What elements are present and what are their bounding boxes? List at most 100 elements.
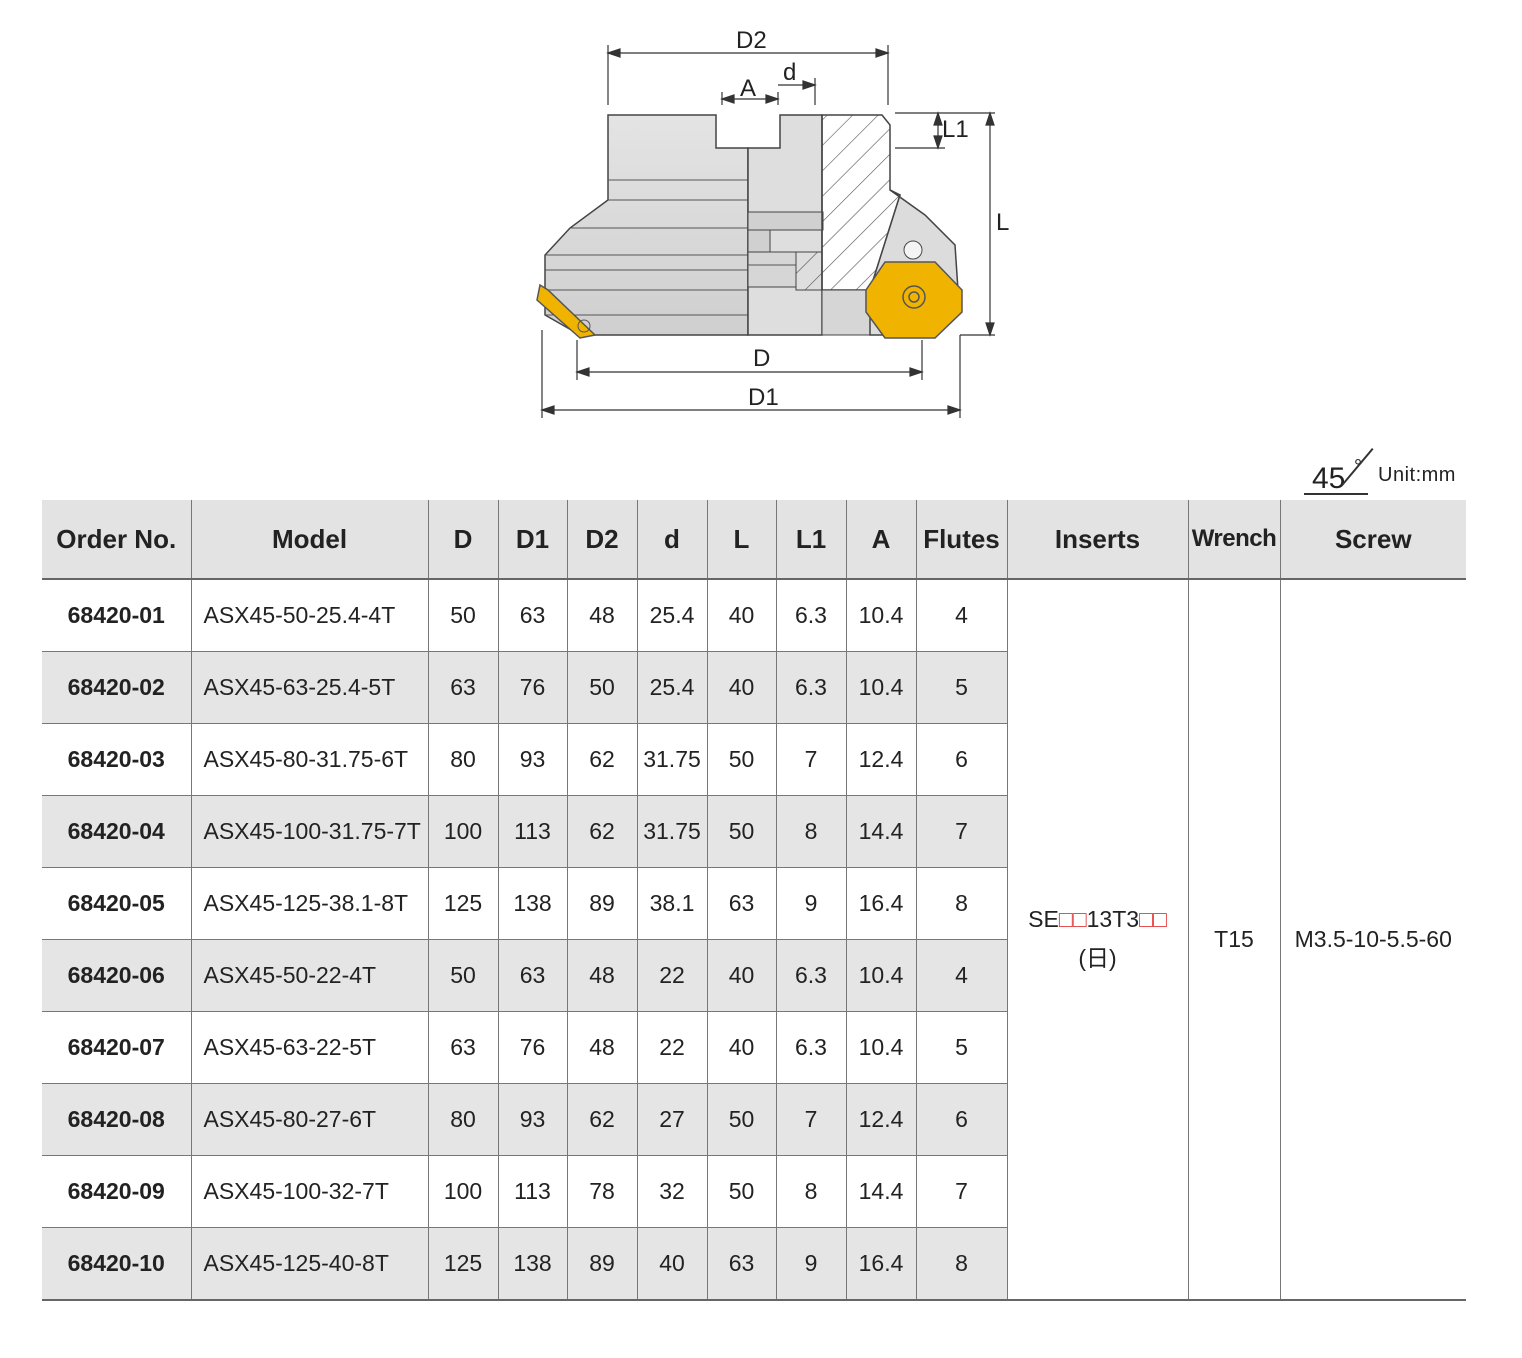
l-cell: 50 [706,1155,776,1228]
order-no-cell: 68420-07 [42,1011,191,1084]
d2-cell: 62 [566,1083,637,1156]
d-cell: 80 [427,1083,498,1156]
d1-cell: 76 [497,1011,567,1084]
model-cell: ASX45-100-32-7T [190,1155,428,1228]
d2-cell: 48 [566,1011,637,1084]
d2-cell: 50 [566,651,637,724]
model-cell: ASX45-100-31.75-7T [190,795,428,868]
dim-label-l: L [996,209,1009,236]
l1-cell: 8 [775,795,846,868]
d1-cell: 113 [497,795,567,868]
flutes-cell: 4 [915,939,1007,1012]
inserts-boxes-2: □□ [1139,906,1167,932]
a-cell: 16.4 [845,1227,916,1301]
d1-cell: 63 [497,939,567,1012]
flutes-cell: 8 [915,1227,1007,1301]
header-wrench: Wrench [1187,500,1280,580]
angle-value: 45 [1312,462,1346,495]
order-no-cell: 68420-02 [42,651,191,724]
d1-cell: 63 [497,579,567,652]
d1-cell: 76 [497,651,567,724]
d-cell: 80 [427,723,498,796]
model-cell: ASX45-63-25.4-5T [190,651,428,724]
d-cell: 63 [427,1011,498,1084]
spec-table: Order No. Model D D1 D2 d L L1 A Flutes … [42,500,1466,1301]
header-l1: L1 [775,500,846,580]
angle-slash [1341,448,1374,487]
dim-label-d: D [753,345,770,372]
l1-cell: 9 [775,867,846,940]
l-cell: 40 [706,651,776,724]
l1-cell: 6.3 [775,939,846,1012]
flutes-cell: 5 [915,651,1007,724]
d-cell: 63 [427,651,498,724]
d-small-cell: 22 [636,939,707,1012]
dim-label-d1: D1 [748,384,779,411]
dim-label-d-small: d [783,59,796,86]
a-cell: 14.4 [845,795,916,868]
header-a: A [845,500,916,580]
a-cell: 12.4 [845,723,916,796]
header-d-small: d [636,500,707,580]
a-cell: 12.4 [845,1083,916,1156]
l1-cell: 6.3 [775,651,846,724]
flutes-cell: 6 [915,723,1007,796]
dim-label-a: A [740,75,756,102]
d1-cell: 93 [497,1083,567,1156]
d1-cell: 138 [497,1227,567,1301]
inserts-prefix: SE [1028,906,1059,932]
screw-cell: M3.5-10-5.5-60 [1279,579,1466,1301]
d-small-cell: 40 [636,1227,707,1301]
flutes-cell: 4 [915,579,1007,652]
wrench-cell: T15 [1187,579,1280,1301]
model-cell: ASX45-80-31.75-6T [190,723,428,796]
flutes-cell: 6 [915,1083,1007,1156]
l-cell: 40 [706,1011,776,1084]
flutes-cell: 8 [915,867,1007,940]
d-cell: 100 [427,1155,498,1228]
d-small-cell: 25.4 [636,651,707,724]
model-cell: ASX45-50-22-4T [190,939,428,1012]
l1-cell: 9 [775,1227,846,1301]
d-small-cell: 22 [636,1011,707,1084]
header-order-no: Order No. [42,500,191,580]
d1-cell: 138 [497,867,567,940]
table-row: 68420-01 ASX45-50-25.4-4T 50 63 48 25.4 … [42,579,1466,1301]
a-cell: 10.4 [845,651,916,724]
d2-cell: 48 [566,939,637,1012]
flutes-cell: 7 [915,1155,1007,1228]
header-l: L [706,500,776,580]
order-no-cell: 68420-10 [42,1227,191,1301]
d2-cell: 89 [566,867,637,940]
header-d: D [427,500,498,580]
order-no-cell: 68420-01 [42,579,191,652]
a-cell: 10.4 [845,1011,916,1084]
a-cell: 10.4 [845,579,916,652]
d-small-cell: 25.4 [636,579,707,652]
angle-underline [1304,493,1368,495]
model-cell: ASX45-63-22-5T [190,1011,428,1084]
flutes-cell: 7 [915,795,1007,868]
inserts-cell: SE□□13T3□□ (日) [1006,579,1188,1301]
l-cell: 40 [706,579,776,652]
d-cell: 50 [427,939,498,1012]
d-cell: 125 [427,1227,498,1301]
l-cell: 63 [706,1227,776,1301]
inserts-boxes-1: □□ [1058,906,1087,932]
l1-cell: 6.3 [775,1011,846,1084]
d2-cell: 62 [566,723,637,796]
d2-cell: 89 [566,1227,637,1301]
d-small-cell: 31.75 [636,795,707,868]
order-no-cell: 68420-04 [42,795,191,868]
inserts-middle: 13T3 [1086,906,1140,932]
d1-cell: 93 [497,723,567,796]
model-cell: ASX45-125-38.1-8T [190,867,428,940]
angle-unit-badge: 45 ° Unit:mm [1300,448,1480,496]
header-inserts: Inserts [1006,500,1188,580]
header-model: Model [190,500,428,580]
l-cell: 50 [706,723,776,796]
cutter-drawing: D2 A d L1 L D D1 [536,27,1009,418]
dim-label-d2: D2 [736,27,767,54]
d-small-cell: 32 [636,1155,707,1228]
order-no-cell: 68420-03 [42,723,191,796]
